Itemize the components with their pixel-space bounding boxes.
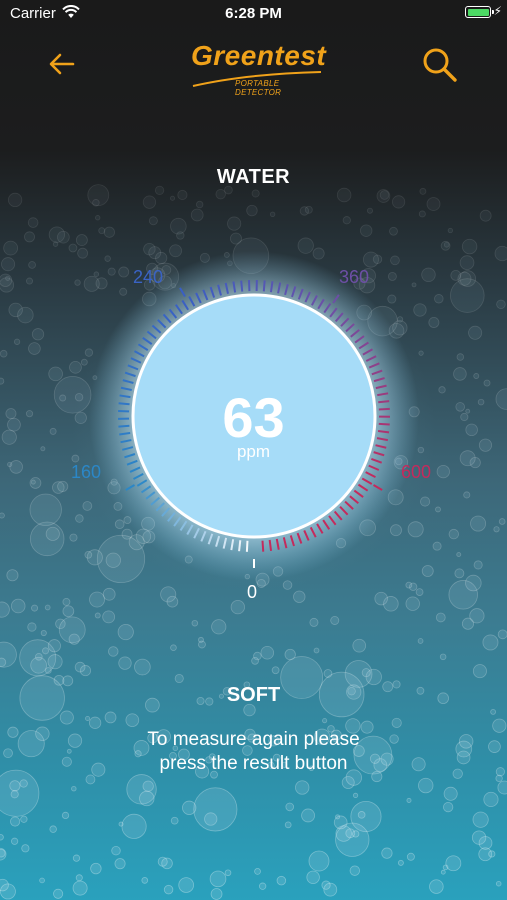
scale-label-240: 240	[133, 267, 164, 287]
result-label: SOFT	[226, 684, 281, 706]
scale-label-360: 360	[339, 267, 370, 287]
dial-tick	[268, 539, 273, 552]
dial-tick	[245, 540, 249, 552]
hint-line-2: press the result button	[159, 753, 348, 774]
scale-label-160: 160	[71, 462, 102, 482]
dial-tick	[240, 280, 244, 292]
measure-again-hint: To measure again please press the result…	[0, 728, 507, 776]
dial-tick	[238, 540, 242, 552]
reading-unit: ppm	[236, 442, 271, 461]
dial-tick	[261, 540, 265, 552]
scale-label-0: 0	[247, 582, 258, 602]
dial-tick	[262, 280, 266, 292]
scale-label-600: 600	[401, 462, 432, 482]
reading-value: 63	[222, 386, 285, 449]
hint-line-1: To measure again please	[147, 729, 360, 750]
reading-display[interactable]: 63 ppm	[0, 390, 507, 462]
